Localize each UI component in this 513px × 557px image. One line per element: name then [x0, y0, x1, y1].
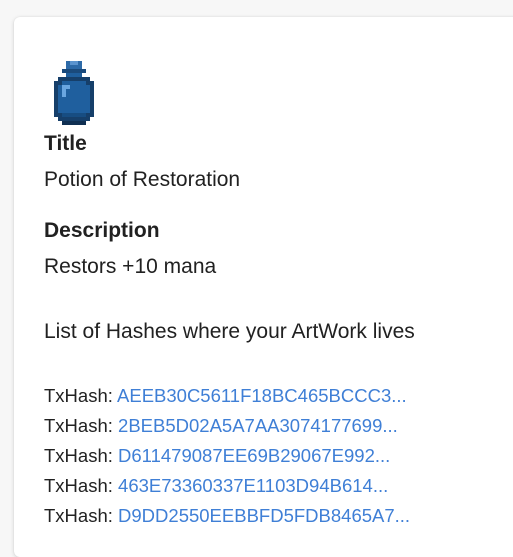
hash-row: TxHash: D611479087EE69B29067E992...: [44, 444, 390, 468]
hash-row: TxHash: D9DD2550EEBBFD5FDB8465A7...: [44, 504, 410, 528]
item-details-card: Title Potion of Restoration Description …: [14, 17, 513, 557]
hash-prefix: TxHash:: [44, 475, 113, 496]
hash-link[interactable]: D9DD2550EEBBFD5FDB8465A7...: [118, 505, 410, 526]
hash-row: TxHash: AEEB30C5611F18BC465BCCC3...: [44, 384, 407, 408]
hash-row: TxHash: 2BEB5D02A5A7AA3074177699...: [44, 414, 398, 438]
hash-prefix: TxHash:: [44, 385, 113, 406]
potion-bottle-icon: [54, 61, 94, 125]
hashes-heading: List of Hashes where your ArtWork lives: [44, 320, 415, 343]
hash-link[interactable]: 463E73360337E1103D94B614...: [118, 475, 388, 496]
hash-link[interactable]: D611479087EE69B29067E992...: [118, 445, 390, 466]
hash-link[interactable]: 2BEB5D02A5A7AA3074177699...: [118, 415, 398, 436]
hash-prefix: TxHash:: [44, 505, 113, 526]
description-label: Description: [44, 219, 160, 242]
title-label: Title: [44, 132, 87, 155]
hash-prefix: TxHash:: [44, 415, 113, 436]
hash-row: TxHash: 463E73360337E1103D94B614...: [44, 474, 388, 498]
title-value: Potion of Restoration: [44, 168, 241, 191]
description-value: Restors +10 mana: [44, 255, 217, 278]
hash-prefix: TxHash:: [44, 445, 113, 466]
hash-link[interactable]: AEEB30C5611F18BC465BCCC3...: [117, 385, 407, 406]
